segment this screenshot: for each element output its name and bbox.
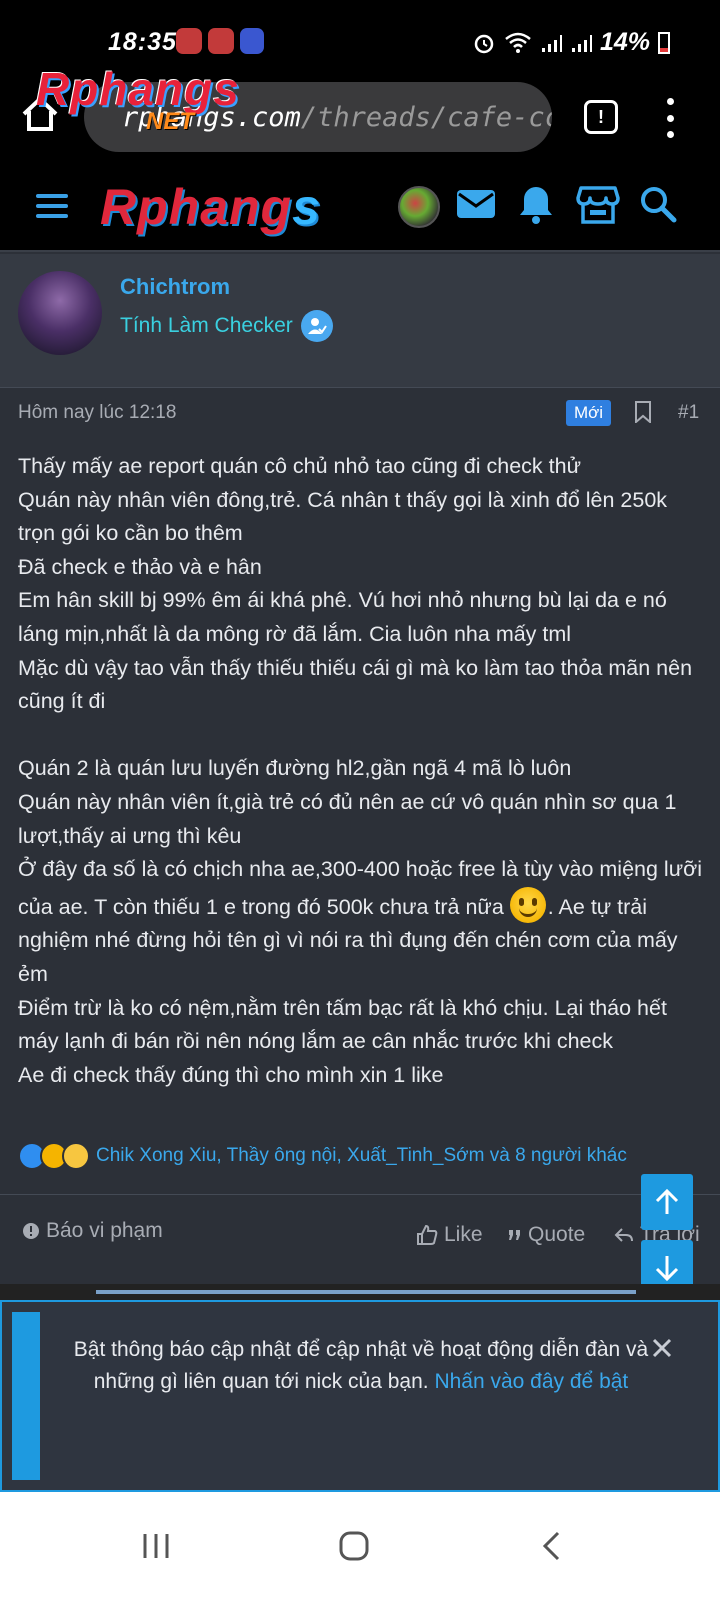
hamburger-menu-icon[interactable] <box>36 194 68 218</box>
author-title-text: Tính Làm Checker <box>120 314 293 337</box>
wifi-icon <box>505 32 531 53</box>
bookmark-icon[interactable] <box>634 401 652 423</box>
reactions-text[interactable]: Chik Xong Xiu, Thầy ông nội, Xuất_Tinh_S… <box>96 1145 627 1167</box>
site-logo[interactable]: Rphangs <box>100 178 321 236</box>
post-line: Em hân skill bj 99% êm ái khá phê. Vú hơ… <box>18 588 667 646</box>
site-logo-tail: s <box>292 179 321 235</box>
divider <box>0 1194 720 1195</box>
warning-icon <box>23 1223 39 1239</box>
verified-icon <box>300 310 333 342</box>
app-notification-icon <box>240 28 264 54</box>
search-icon[interactable] <box>636 182 680 226</box>
reply-icon <box>614 1228 633 1242</box>
post-actions: Báo vi phạm Like Quote Trả lời <box>0 1209 720 1269</box>
battery-percent: 14% <box>599 28 650 56</box>
author-block: Chichtrom Tính Làm Checker <box>0 254 720 388</box>
report-label: Báo vi phạm <box>46 1219 163 1242</box>
post-line: Ở đây đa số là có chịch nha ae,300-400 h… <box>18 853 708 991</box>
overlay-watermark-logo: Rphangs <box>36 63 240 115</box>
post-line: Ae đi check thấy đúng thì cho mình xin 1… <box>18 1062 444 1087</box>
new-badge: Mới <box>566 400 612 426</box>
recents-icon[interactable] <box>142 1528 170 1564</box>
arrow-up-icon <box>655 1188 679 1214</box>
quote-icon <box>509 1230 520 1240</box>
bell-icon[interactable] <box>514 182 558 226</box>
forum-post: Chichtrom Tính Làm Checker Hôm nay lúc 1… <box>0 254 720 1284</box>
post-line: Mặc dù vậy tao vẫn thấy thiếu thiếu cái … <box>18 655 693 714</box>
author-name[interactable]: Chichtrom <box>120 274 230 300</box>
post-line: Thấy mấy ae report quán cô chủ nhỏ tao c… <box>18 454 581 478</box>
quote-label: Quote <box>528 1223 586 1246</box>
post-line: Quán này nhân viên ít,già trẻ có đủ nên … <box>18 789 677 848</box>
site-logo-text: Rphang <box>100 179 293 235</box>
smile-emoji-icon <box>509 886 546 923</box>
browser-menu-icon[interactable] <box>664 98 676 138</box>
post-line: Đã check e thảo và e hân <box>18 554 262 579</box>
close-icon[interactable] <box>650 1336 674 1360</box>
tab-switcher-button[interactable]: ! <box>584 100 618 134</box>
notice-text: Bật thông báo cập nhật để cập nhật về ho… <box>66 1334 656 1398</box>
status-indicators: 14% <box>472 28 670 57</box>
back-icon[interactable] <box>540 1528 562 1564</box>
author-title: Tính Làm Checker <box>120 310 333 342</box>
post-line: Điểm trừ là ko có nệm,nằm trên tấm bạc r… <box>18 995 667 1054</box>
author-avatar[interactable] <box>18 271 102 355</box>
enable-notifications-link[interactable]: Nhấn vào đây để bật <box>434 1370 628 1393</box>
like-button[interactable]: Like <box>416 1223 483 1247</box>
notice-accent-bar <box>12 1312 40 1480</box>
mail-icon[interactable] <box>454 182 498 226</box>
report-button[interactable]: Báo vi phạm <box>22 1219 163 1243</box>
reactions-summary[interactable]: Chik Xong Xiu, Thầy ông nội, Xuất_Tinh_S… <box>18 1142 627 1170</box>
site-header: Rphangs <box>0 160 720 252</box>
status-app-icons <box>176 28 264 54</box>
post-line: Quán này nhân viên đông,trẻ. Cá nhân t t… <box>18 487 668 546</box>
signal-icon <box>571 34 592 52</box>
overlay-watermark-net: NET <box>146 108 194 135</box>
app-notification-icon <box>208 28 234 54</box>
arrow-down-icon <box>655 1256 679 1282</box>
battery-icon <box>658 31 670 54</box>
url-path: /threads/cafe-cc <box>300 101 552 133</box>
post-timestamp[interactable]: Hôm nay lúc 12:18 <box>18 402 176 424</box>
alarm-icon <box>474 34 494 53</box>
post-line: Quán 2 là quán lưu luyến đường hl2,gần n… <box>18 756 572 781</box>
post-number[interactable]: #1 <box>678 402 699 424</box>
user-avatar[interactable] <box>398 186 440 228</box>
push-notification-notice: Bật thông báo cập nhật để cập nhật về ho… <box>0 1300 720 1492</box>
wow-reaction-icon <box>62 1142 90 1170</box>
app-notification-icon <box>176 28 202 54</box>
system-nav-bar <box>0 1492 720 1600</box>
like-label: Like <box>444 1223 483 1246</box>
scroll-top-button[interactable] <box>641 1174 693 1230</box>
quote-button[interactable]: Quote <box>508 1223 585 1247</box>
signal-icon <box>541 34 562 52</box>
thumbs-up-icon <box>417 1224 438 1245</box>
home-nav-icon[interactable] <box>338 1528 370 1564</box>
status-time: 18:35 <box>108 28 177 56</box>
post-body: Thấy mấy ae report quán cô chủ nhỏ tao c… <box>18 450 708 1092</box>
store-icon[interactable] <box>576 182 620 226</box>
